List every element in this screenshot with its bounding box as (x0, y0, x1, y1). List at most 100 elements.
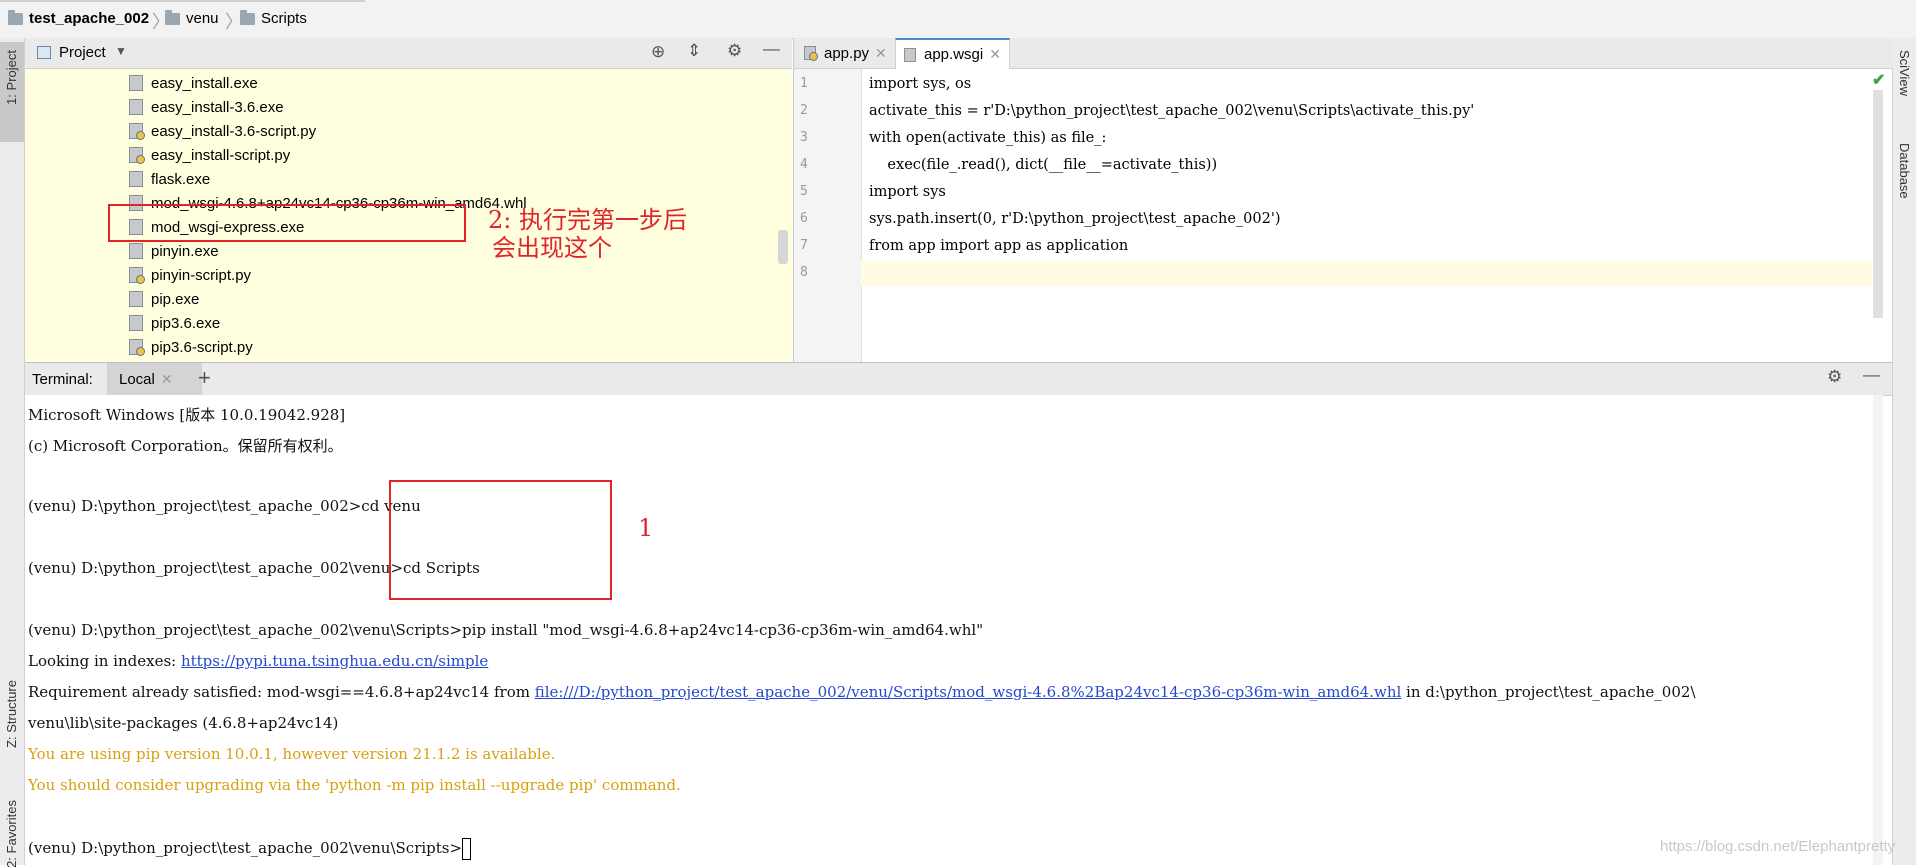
tab-app-wsgi[interactable]: app.wsgi ✕ (895, 38, 1010, 69)
terminal-line-text: (c) Microsoft Corporation。保留所有权利。 (28, 437, 343, 455)
tree-item[interactable]: flask.exe (129, 168, 210, 190)
watermark: https://blog.csdn.net/Elephantpretty (1660, 838, 1896, 855)
code-line: exec(file_.read(), dict(__file__=activat… (869, 157, 1218, 173)
tree-item[interactable]: easy_install-3.6-script.py (129, 120, 316, 142)
terminal-scrollbar[interactable] (1873, 395, 1883, 865)
folder-icon (240, 9, 255, 25)
close-icon[interactable]: ✕ (875, 45, 887, 62)
tree-item-label: pip3.6-script.py (151, 338, 253, 356)
terminal-line-text: You should consider upgrading via the 'p… (28, 776, 681, 794)
navigation-bar: test_apache_002 〉 venu 〉 Scripts (0, 0, 1916, 39)
breadcrumb-venu-label: venu (186, 10, 219, 27)
terminal-line-text: venu\lib\site-packages (4.6.8+ap24vc14) (28, 714, 339, 732)
tree-item-label: pinyin.exe (151, 242, 219, 260)
annotation-step2-line1: 2: 执行完第一步后 (488, 206, 687, 234)
favorites-tool-label: 2: Favorites (4, 800, 19, 868)
folder-icon (8, 9, 23, 25)
minimize-icon[interactable]: — (1863, 365, 1880, 385)
structure-tool-tab[interactable]: Z: Structure (0, 680, 24, 770)
tree-item[interactable]: pip3.6.exe (129, 312, 220, 334)
line-number: 7 (800, 238, 808, 253)
tree-item-label: easy_install-3.6-script.py (151, 122, 317, 140)
code-line: import sys, os (869, 76, 972, 92)
terminal-line: Requirement already satisfied: mod-wsgi=… (28, 683, 1696, 701)
editor-tab-bar: app.py ✕ app.wsgi ✕ (793, 38, 1893, 69)
editor-scrollbar[interactable] (1873, 90, 1883, 318)
terminal-line: Microsoft Windows [版本 10.0.19042.928] (28, 404, 345, 425)
favorites-tool-tab[interactable]: 2: Favorites (0, 800, 24, 868)
line-number: 4 (800, 157, 808, 172)
terminal-line: venu\lib\site-packages (4.6.8+ap24vc14) (28, 714, 338, 732)
python-file-icon (129, 123, 145, 140)
tree-item[interactable]: easy_install.exe (129, 72, 258, 94)
terminal-line: (venu) D:\python_project\test_apache_002… (28, 621, 983, 639)
file-icon (129, 75, 143, 91)
terminal-line: (c) Microsoft Corporation。保留所有权利。 (28, 435, 343, 456)
requirement-path-suffix: in d:\python_project\test_apache_002\ (1401, 683, 1696, 701)
project-tool-label: 1: Project (4, 50, 19, 105)
terminal-line-text: (venu) D:\python_project\test_apache_002… (28, 621, 984, 639)
terminal-line: (venu) D:\python_project\test_apache_002… (28, 497, 421, 515)
terminal-output[interactable]: Microsoft Windows [版本 10.0.19042.928] (c)… (25, 395, 1873, 865)
code-line: import sys (869, 184, 946, 200)
chevron-down-icon[interactable]: ▼ (115, 44, 127, 58)
terminal-cursor (462, 838, 472, 860)
sciview-tool-tab[interactable]: SciView (1897, 50, 1912, 96)
wheel-file-link[interactable]: file:///D:/python_project/test_apache_00… (535, 683, 1402, 701)
project-scrollbar[interactable] (778, 230, 788, 264)
file-icon (129, 243, 143, 259)
terminal-line: You are using pip version 10.0.1, howeve… (28, 745, 555, 763)
index-url-link[interactable]: https://pypi.tuna.tsinghua.edu.cn/simple (181, 652, 488, 670)
close-icon[interactable]: ✕ (161, 371, 173, 388)
gear-icon[interactable]: ⚙ (727, 41, 742, 61)
close-icon[interactable]: ✕ (989, 46, 1001, 63)
right-tool-strip: SciView Database (1892, 38, 1916, 865)
code-line: from app import app as application (869, 238, 1129, 254)
line-number: 8 (800, 265, 808, 280)
minimize-icon[interactable]: — (763, 39, 780, 59)
breadcrumb-project[interactable]: test_apache_002 (8, 9, 149, 27)
collapse-all-icon[interactable]: ⇕ (687, 41, 701, 61)
file-icon (129, 291, 143, 307)
tree-item[interactable]: pinyin-script.py (129, 264, 251, 286)
tree-item-label: flask.exe (151, 170, 211, 188)
tree-item[interactable]: easy_install-script.py (129, 144, 290, 166)
code-line: with open(activate_this) as file_: (869, 130, 1107, 146)
file-icon (129, 315, 143, 331)
terminal-line-text: You are using pip version 10.0.1, howeve… (28, 745, 556, 763)
annotation-step2-line2: 会出现这个 (492, 234, 612, 262)
tree-item[interactable]: easy_install-3.6.exe (129, 96, 284, 118)
python-file-icon (804, 46, 818, 61)
terminal-line: You should consider upgrading via the 'p… (28, 776, 681, 794)
database-tool-tab[interactable]: Database (1897, 143, 1912, 199)
line-number: 1 (800, 76, 808, 91)
tree-item[interactable]: pip3.6-script.py (129, 336, 253, 358)
code-editor[interactable]: import sys, os activate_this = r'D:\pytho… (861, 69, 1872, 362)
terminal-line: Looking in indexes: https://pypi.tuna.ts… (28, 652, 488, 670)
add-terminal-button[interactable]: + (198, 365, 211, 391)
python-file-icon (129, 339, 145, 356)
line-number: 6 (800, 211, 808, 226)
tab-app-py-label: app.py (824, 44, 870, 62)
annotation-box-step2 (108, 204, 466, 242)
tree-item-label: pip.exe (151, 290, 200, 308)
tab-app-py[interactable]: app.py ✕ (796, 38, 895, 68)
python-file-icon (129, 147, 145, 164)
code-line: activate_this = r'D:\python_project\test… (869, 103, 1475, 119)
breadcrumb-venu[interactable]: venu (165, 9, 219, 27)
tab-app-wsgi-label: app.wsgi (924, 46, 984, 63)
editor-gutter: 1 2 3 4 5 6 7 8 (793, 69, 862, 362)
tab-local[interactable]: Local ✕ (107, 363, 202, 395)
breadcrumb-scripts[interactable]: Scripts (240, 9, 307, 27)
project-view-selector[interactable]: Project (59, 44, 106, 61)
project-tool-tab[interactable]: 1: Project (0, 42, 24, 142)
checkmark-icon: ✔ (1872, 72, 1886, 89)
locate-icon[interactable]: ⊕ (651, 42, 665, 62)
tab-strip-edge (0, 0, 365, 2)
tree-item[interactable]: pip.exe (129, 288, 199, 310)
terminal-label: Terminal: (32, 371, 93, 388)
gear-icon[interactable]: ⚙ (1827, 367, 1842, 387)
tree-item[interactable]: pinyin.exe (129, 240, 219, 262)
terminal-line-text: (venu) D:\python_project\test_apache_002… (28, 839, 463, 857)
terminal-line: (venu) D:\python_project\test_apache_002… (28, 838, 472, 860)
